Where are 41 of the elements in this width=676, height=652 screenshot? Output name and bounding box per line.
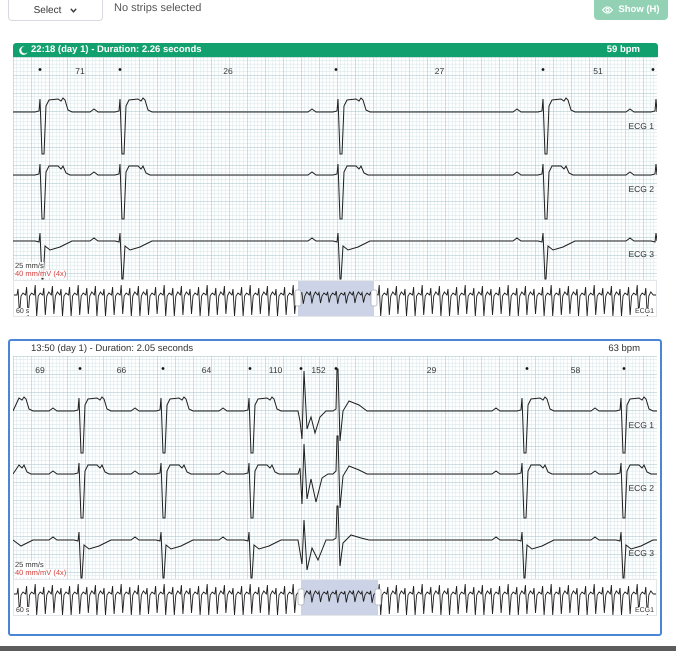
beat-interval-label: 66: [116, 366, 126, 375]
resize-handle[interactable]: [294, 290, 302, 306]
resize-handle[interactable]: [370, 290, 378, 306]
select-dropdown[interactable]: Select: [8, 0, 103, 21]
beat-marker-icon: [542, 68, 544, 71]
chevron-down-icon: [70, 8, 78, 12]
beat-marker-icon: [248, 367, 252, 370]
heart-rate-label: 63 bpm: [608, 342, 640, 356]
beat-marker-icon: [334, 68, 338, 71]
heart-rate-label: 59 bpm: [606, 42, 640, 57]
strip-title: 22:18 (day 1) - Duration: 2.26 seconds: [31, 42, 202, 57]
beat-interval-label: 27: [434, 67, 444, 76]
beat-marker-icon: [334, 367, 338, 370]
lead-label: ECG 2: [628, 484, 654, 493]
eye-icon: [602, 6, 614, 14]
lead-label: ECG 2: [628, 185, 654, 194]
lead-label: ECG 1: [628, 421, 654, 430]
beat-marker-icon: [526, 367, 528, 370]
beat-marker-icon: [38, 68, 42, 71]
beat-marker-icon: [118, 68, 122, 71]
beat-interval-label: 71: [75, 67, 85, 76]
beat-interval-label: 26: [223, 67, 233, 76]
beat-interval-label: 110: [268, 366, 282, 375]
beat-interval-label: 58: [570, 366, 580, 375]
lead-label: ECG 1: [628, 122, 654, 131]
beat-interval-label: 69: [35, 366, 45, 375]
beat-marker-icon: [162, 367, 164, 370]
beat-interval-label: 29: [426, 366, 436, 375]
beat-marker-icon: [652, 68, 654, 71]
lead-label: ECG 3: [628, 250, 654, 259]
status-text: No strips selected: [114, 1, 202, 16]
strip-title: 13:50 (day 1) - Duration: 2.05 seconds: [31, 342, 194, 356]
beat-marker-icon: [78, 367, 82, 370]
beat-marker-icon: [300, 367, 302, 370]
beat-interval-label: 64: [202, 366, 212, 375]
resize-handle[interactable]: [298, 588, 304, 606]
lead-label: ECG 3: [628, 549, 654, 558]
beat-marker-icon: [622, 367, 626, 370]
beat-interval-label: 152: [311, 366, 326, 375]
resize-handle[interactable]: [374, 588, 382, 606]
beat-interval-label: 51: [593, 67, 603, 76]
